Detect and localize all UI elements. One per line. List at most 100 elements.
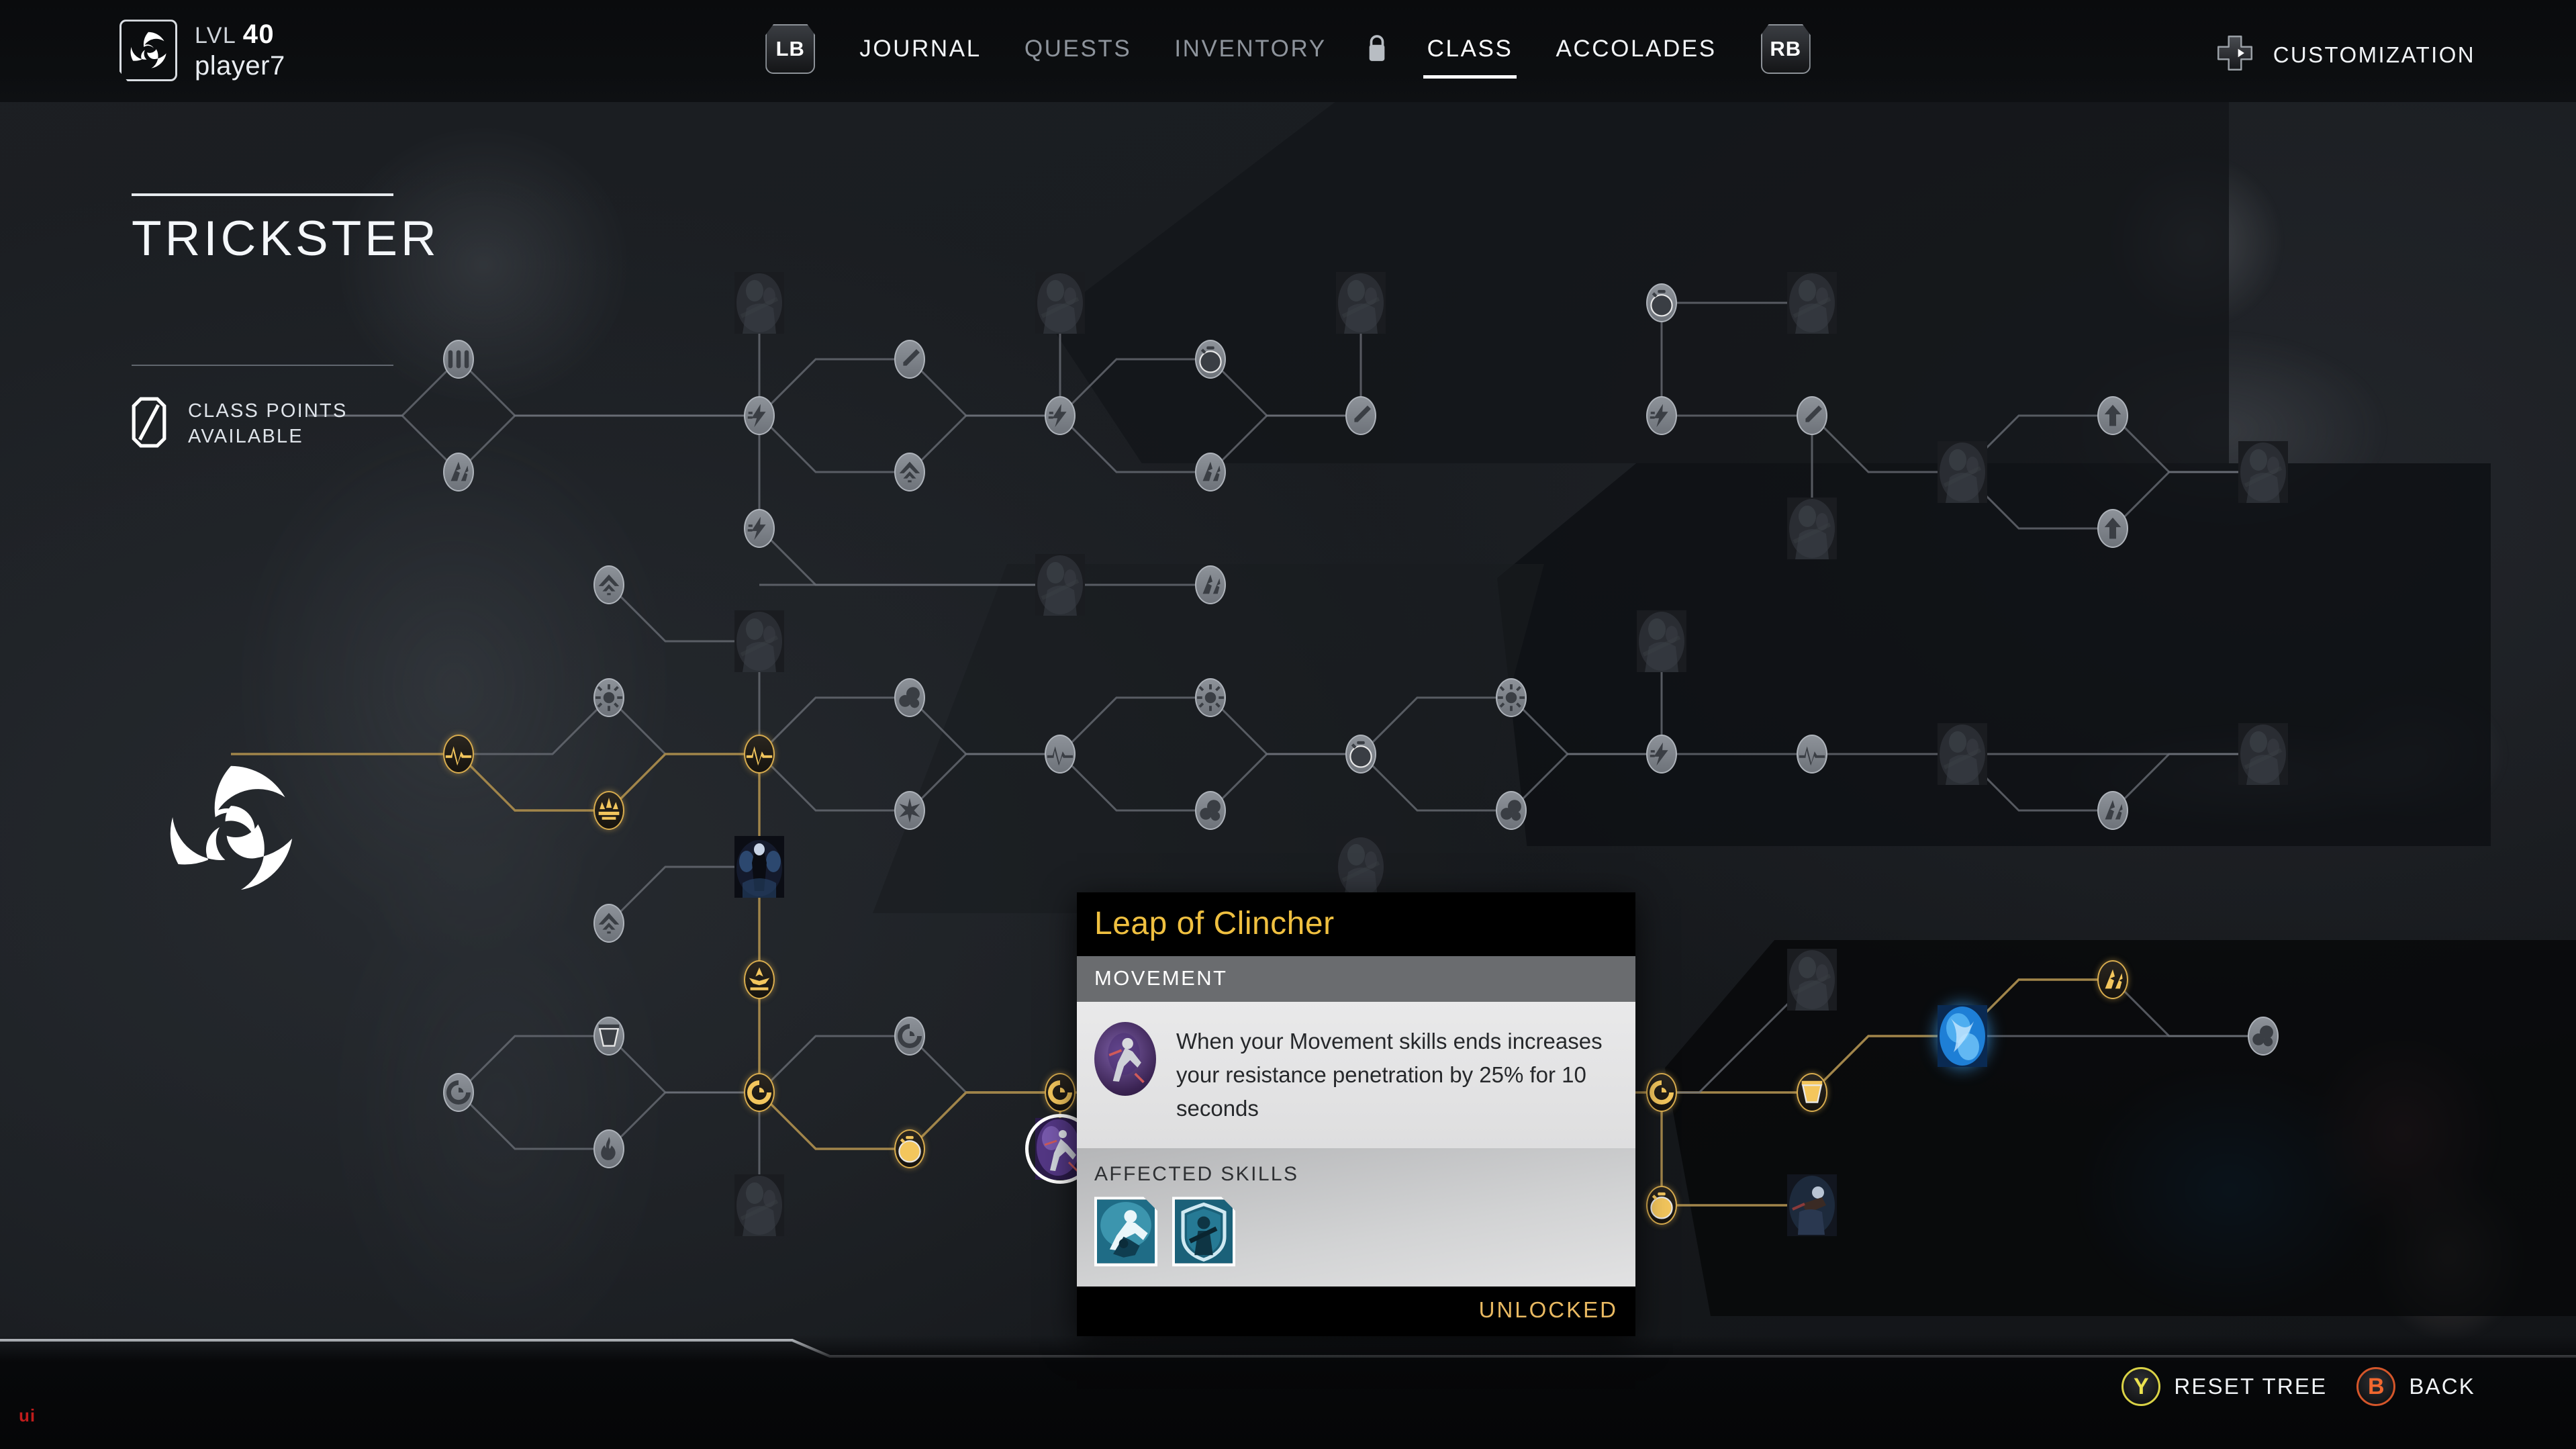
skill-node-ability-storm[interactable] (1787, 272, 1837, 334)
dots-icon (2252, 1025, 2273, 1047)
nav-item-class[interactable]: CLASS (1406, 36, 1535, 79)
skill-node-ability-smoke[interactable] (734, 610, 784, 672)
skill-node-bullets[interactable] (443, 340, 474, 379)
skill-node-arrow-up[interactable] (2097, 396, 2128, 435)
skill-node-ability-guard[interactable] (1787, 1174, 1837, 1236)
nav-item-accolades[interactable]: ACCOLADES (1534, 36, 1737, 62)
tooltip-header: Leap of Clincher (1077, 892, 1635, 956)
skill-node-flame[interactable] (593, 1129, 624, 1168)
skill-node-speed[interactable] (1045, 396, 1076, 435)
sun-icon (1197, 684, 1224, 711)
skill-node-speed[interactable] (744, 509, 775, 548)
skill-node-blade[interactable] (1797, 396, 1827, 435)
arrow-up-icon (2104, 517, 2121, 539)
skill-node-speed[interactable] (1646, 735, 1677, 774)
skill-node-speed[interactable] (744, 396, 775, 435)
skill-node-crit[interactable] (2097, 791, 2128, 830)
back-action[interactable]: B BACK (2356, 1367, 2475, 1406)
skill-node-spiral[interactable] (1646, 1073, 1677, 1112)
title-divider (132, 193, 393, 196)
timer-icon (1349, 741, 1372, 768)
skill-node-chevron-up[interactable] (593, 565, 624, 604)
skill-node-timer[interactable] (1345, 735, 1376, 774)
skill-node-ability-chute[interactable] (1787, 949, 1837, 1011)
class-points-label-line2: AVAILABLE (188, 425, 303, 447)
skill-node-ability-rifle[interactable] (734, 272, 784, 334)
skill-node-ability-face[interactable] (1787, 498, 1837, 559)
ability-storm-icon (1787, 272, 1837, 334)
skill-node-blade[interactable] (1345, 396, 1376, 435)
skill-node-crit[interactable] (1195, 565, 1226, 604)
skill-node-ability-tempest[interactable] (734, 836, 784, 898)
skill-node-dots[interactable] (2248, 1017, 2279, 1056)
skill-node-crown[interactable] (593, 791, 624, 830)
skill-node-dots[interactable] (894, 678, 925, 717)
skill-node-burst[interactable] (744, 960, 775, 999)
back-label: BACK (2409, 1374, 2475, 1399)
skill-node-spiral[interactable] (1045, 1073, 1076, 1112)
skill-node-chevron-up[interactable] (894, 453, 925, 492)
skill-node-ability-frost[interactable] (1938, 1005, 1987, 1067)
skill-node-spiral[interactable] (744, 1073, 775, 1112)
right-bumper-button[interactable]: RB (1760, 24, 1811, 74)
arrow-up-icon (2104, 404, 2121, 426)
skill-node-chevron-up[interactable] (593, 904, 624, 943)
customization-button[interactable]: CUSTOMIZATION (2214, 32, 2475, 77)
skill-node-dots[interactable] (1195, 791, 1226, 830)
skill-node-spiral[interactable] (443, 1073, 474, 1112)
skill-node-pulse[interactable] (443, 735, 474, 774)
spiral-icon (897, 1023, 922, 1049)
skill-node-dots[interactable] (1496, 791, 1527, 830)
skill-node-arrow-up[interactable] (2097, 509, 2128, 548)
nav-item-quests[interactable]: QUESTS (1003, 36, 1153, 62)
skill-node-pulse[interactable] (1045, 735, 1076, 774)
hunt-the-prey-skill-icon[interactable] (1094, 1197, 1157, 1267)
nav-item-journal[interactable]: JOURNAL (838, 36, 1003, 62)
skill-node-ability-blast[interactable] (1336, 272, 1386, 334)
skill-node-ability-dash[interactable] (1035, 554, 1085, 616)
skill-node-timer[interactable] (1646, 283, 1677, 322)
skill-node-sun[interactable] (593, 678, 624, 717)
skill-node-spiral[interactable] (894, 1017, 925, 1056)
skill-node-pulse[interactable] (744, 735, 775, 774)
skill-node-crit[interactable] (443, 453, 474, 492)
skill-node-star[interactable] (894, 791, 925, 830)
crit-icon (1202, 461, 1221, 481)
spiral-icon (747, 1080, 772, 1105)
skill-node-crit[interactable] (1195, 453, 1226, 492)
skill-node-ability-brute[interactable] (2238, 441, 2288, 503)
reset-tree-action[interactable]: Y RESET TREE (2121, 1367, 2327, 1406)
crit-icon (450, 461, 469, 481)
ability-scope-icon (1637, 610, 1686, 672)
skill-node-pulse[interactable] (1797, 735, 1827, 774)
class-points-icon (132, 397, 166, 451)
left-bumper-button[interactable]: LB (765, 24, 816, 74)
tooltip-title: Leap of Clincher (1094, 906, 1335, 941)
skill-node-banner[interactable] (593, 1017, 624, 1056)
affected-skills-label: AFFECTED SKILLS (1094, 1163, 1299, 1186)
ability-slash-icon (1938, 723, 1987, 785)
dpad-right-icon (2214, 32, 2256, 77)
skill-node-ability-slash[interactable] (1938, 723, 1987, 785)
skill-node-sun[interactable] (1195, 678, 1226, 717)
ability-blast-icon (1336, 272, 1386, 334)
nav-item-inventory[interactable]: INVENTORY (1153, 36, 1347, 62)
spiral-icon (1649, 1080, 1674, 1105)
skill-node-ability-scope[interactable] (1637, 610, 1686, 672)
trickster-emblem-icon (160, 757, 302, 900)
skill-node-blade[interactable] (894, 340, 925, 379)
skill-node-timer[interactable] (1646, 1186, 1677, 1225)
skill-node-ability-shroud[interactable] (734, 1174, 784, 1236)
skill-node-speed[interactable] (1646, 396, 1677, 435)
skill-node-crit[interactable] (2097, 960, 2128, 999)
skill-node-timer[interactable] (894, 1129, 925, 1168)
crit-icon (2104, 969, 2123, 989)
skill-node-sun[interactable] (1496, 678, 1527, 717)
skill-node-ability-shadow[interactable] (2238, 723, 2288, 785)
skill-node-ability-drop[interactable] (1336, 836, 1386, 898)
skill-node-ability-coil[interactable] (1938, 441, 1987, 503)
borrowed-time-skill-icon[interactable] (1172, 1197, 1235, 1267)
skill-node-banner[interactable] (1797, 1073, 1827, 1112)
skill-node-ability-melee[interactable] (1035, 272, 1085, 334)
skill-node-timer[interactable] (1195, 340, 1226, 379)
